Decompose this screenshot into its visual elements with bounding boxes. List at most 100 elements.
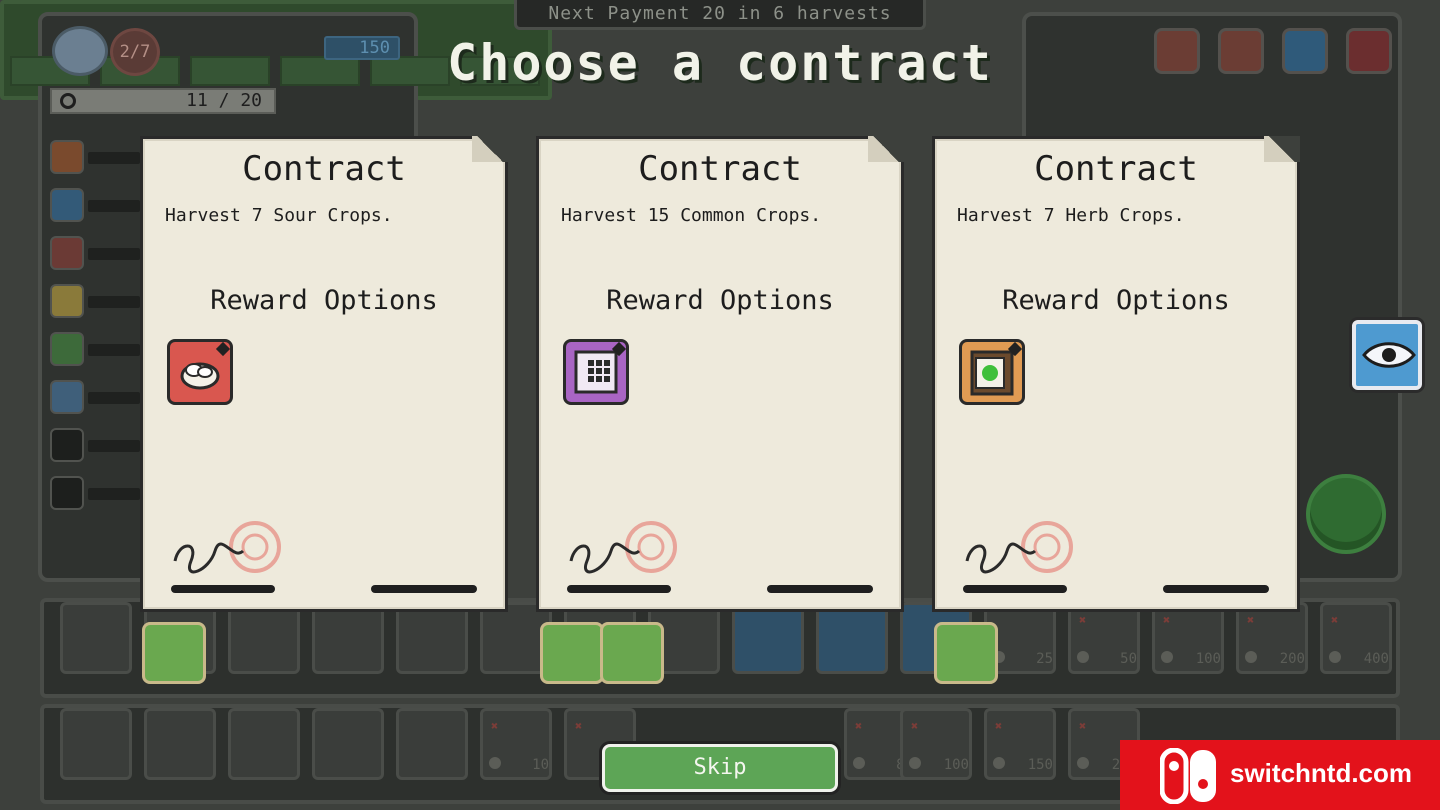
slot-price: 100 xyxy=(1195,651,1221,667)
weather-icon[interactable] xyxy=(52,26,108,76)
field-slot[interactable] xyxy=(312,708,384,780)
progress-text: 11 / 20 xyxy=(186,90,262,111)
deck-button[interactable] xyxy=(1154,28,1200,74)
contract-title: Contract xyxy=(638,149,802,189)
field-slot[interactable] xyxy=(396,602,468,674)
locked-slot[interactable]: ✖ 150 xyxy=(984,708,1056,780)
lime-crop-chip[interactable] xyxy=(600,622,664,684)
seed-packet-icon[interactable] xyxy=(959,339,1025,405)
crop-type-row xyxy=(50,236,140,272)
lock-icon: ✖ xyxy=(911,719,919,733)
settings-button[interactable] xyxy=(1282,28,1328,74)
contract-title: Contract xyxy=(1034,149,1198,189)
lock-icon: ✖ xyxy=(1331,613,1339,627)
coin-amount: 150 xyxy=(359,38,390,58)
eye-icon xyxy=(1362,342,1416,368)
crop-bar xyxy=(88,488,140,500)
lock-icon: ✖ xyxy=(1079,719,1087,733)
clock-icon xyxy=(60,93,76,109)
switch-logo-icon xyxy=(1160,748,1216,804)
basket-eggs-icon[interactable] xyxy=(167,339,233,405)
field-slot[interactable] xyxy=(60,602,132,674)
music-crop-icon xyxy=(50,380,84,414)
reward-heading: Reward Options xyxy=(210,285,438,316)
slot-price: 400 xyxy=(1363,651,1389,667)
lock-icon: ✖ xyxy=(1163,613,1171,627)
field-slot[interactable] xyxy=(60,708,132,780)
crop-type-row xyxy=(50,380,140,416)
reward-heading: Reward Options xyxy=(606,285,834,316)
signature-stamp-icon xyxy=(965,521,1073,574)
date-line xyxy=(1163,585,1269,593)
signature-line xyxy=(963,585,1067,593)
crop-type-row xyxy=(50,332,140,368)
progress-bar: 11 / 20 xyxy=(50,88,276,114)
field-slot[interactable] xyxy=(228,602,300,674)
grid-tile-icon[interactable] xyxy=(563,339,629,405)
crop-type-row xyxy=(50,428,140,464)
berry-crop-icon xyxy=(50,236,84,270)
clover-crop-chip[interactable] xyxy=(934,622,998,684)
crop-bar xyxy=(88,152,140,164)
slot-price: 50 xyxy=(1120,651,1137,667)
slot-price: 10 xyxy=(532,757,549,773)
harvest-button[interactable] xyxy=(1306,474,1386,554)
signature-line xyxy=(171,585,275,593)
signature-line xyxy=(567,585,671,593)
locked-slot[interactable]: ✖ 100 xyxy=(1152,602,1224,674)
potato-crop-chip[interactable] xyxy=(142,622,206,684)
water-crop-icon xyxy=(50,188,84,222)
field-slot[interactable] xyxy=(312,602,384,674)
lock-icon: ✖ xyxy=(855,719,863,733)
field-slot[interactable] xyxy=(732,602,804,674)
lock-icon: ✖ xyxy=(995,719,1003,733)
date-line xyxy=(371,585,477,593)
contract-task: Harvest 15 Common Crops. xyxy=(561,205,822,226)
exit-button[interactable] xyxy=(1346,28,1392,74)
crop-type-row xyxy=(50,476,140,512)
locked-slot[interactable]: ✖ 400 xyxy=(1320,602,1392,674)
signature-stamp-icon xyxy=(569,521,677,574)
coin-counter: 150 xyxy=(324,36,400,60)
locked-slot[interactable]: ✖ 50 xyxy=(1068,602,1140,674)
field-slot[interactable] xyxy=(396,708,468,780)
watermark: switchntd.com xyxy=(1120,740,1440,810)
center-cell xyxy=(370,56,450,86)
crop-type-row xyxy=(50,284,140,320)
crop-type-row xyxy=(50,188,140,224)
field-slot[interactable] xyxy=(816,602,888,674)
locked-slot[interactable]: ✖ 10 xyxy=(480,708,552,780)
crop-bar xyxy=(88,248,140,260)
smile-crop-icon xyxy=(50,284,84,318)
sour-crop-icon xyxy=(50,140,84,174)
lock-icon: ✖ xyxy=(575,719,583,733)
list-button[interactable] xyxy=(1218,28,1264,74)
locked-slot[interactable]: ✖ 100 xyxy=(900,708,972,780)
slot-price: 100 xyxy=(943,757,969,773)
lock-icon: ✖ xyxy=(491,719,499,733)
contract-card-1[interactable]: Contract Harvest 7 Sour Crops. Reward Op… xyxy=(140,136,508,612)
date-line xyxy=(767,585,873,593)
field-slot[interactable] xyxy=(144,708,216,780)
skip-button[interactable]: Skip xyxy=(602,744,838,792)
contract-title: Contract xyxy=(242,149,406,189)
locked-slot[interactable]: ✖ 200 xyxy=(1236,602,1308,674)
field-slot[interactable] xyxy=(228,708,300,780)
contract-task: Harvest 7 Sour Crops. xyxy=(165,205,393,226)
slot-price: 25 xyxy=(1036,651,1053,667)
empty-crop-icon xyxy=(50,428,84,462)
crop-bar xyxy=(88,296,140,308)
crop-bar xyxy=(88,392,140,404)
toggle-view-button[interactable] xyxy=(1352,320,1422,390)
contract-card-2[interactable]: Contract Harvest 15 Common Crops. Reward… xyxy=(536,136,904,612)
contract-task: Harvest 7 Herb Crops. xyxy=(957,205,1185,226)
crop-bar xyxy=(88,200,140,212)
contract-card-3[interactable]: Contract Harvest 7 Herb Crops. Reward Op… xyxy=(932,136,1300,612)
crop-bar xyxy=(88,344,140,356)
center-cell xyxy=(190,56,270,86)
lock-icon: ✖ xyxy=(1079,613,1087,627)
slot-price: 200 xyxy=(1279,651,1305,667)
payment-banner: Next Payment 20 in 6 harvests xyxy=(514,0,926,30)
dialog-title: Choose a contract xyxy=(447,34,993,92)
clover-crop-chip[interactable] xyxy=(540,622,604,684)
